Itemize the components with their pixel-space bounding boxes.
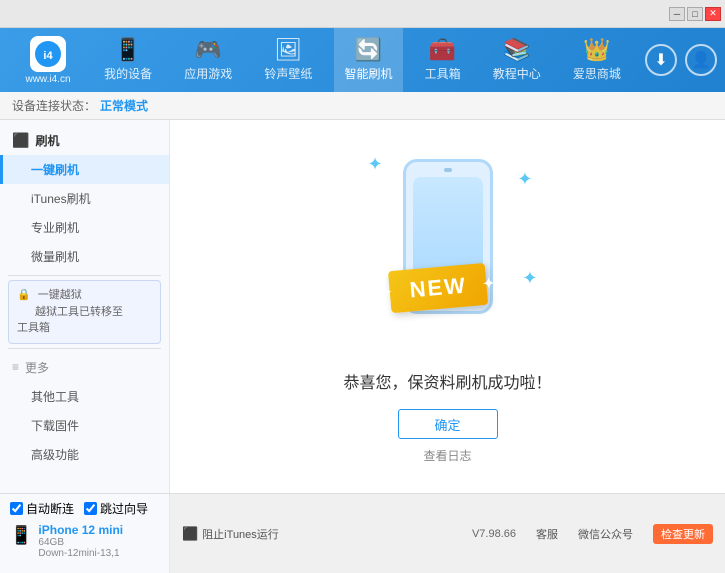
nav-toolbox-label: 工具箱 bbox=[425, 65, 461, 82]
my-device-icon: 📱 bbox=[114, 39, 141, 61]
more-section-label: 更多 bbox=[25, 359, 49, 376]
logo-icon: i4 bbox=[30, 36, 66, 72]
window-controls[interactable]: ─ □ ✕ bbox=[669, 7, 721, 21]
sparkle-2: ✦ bbox=[517, 169, 532, 190]
svg-text:i4: i4 bbox=[43, 50, 53, 62]
lock-icon: 🔒 bbox=[17, 289, 31, 301]
nav-my-device-label: 我的设备 bbox=[104, 65, 152, 82]
sidebar-item-advanced[interactable]: 高级功能 bbox=[0, 440, 169, 469]
nav-toolbox[interactable]: 🧰 工具箱 bbox=[415, 28, 471, 92]
nav-apps-label: 应用游戏 bbox=[184, 65, 232, 82]
wallpaper-icon: 🖼 bbox=[274, 39, 302, 61]
version-label: V7.98.66 bbox=[472, 528, 516, 540]
device-phone-icon: 📱 bbox=[10, 525, 32, 546]
check-update-button[interactable]: 检查更新 bbox=[653, 524, 713, 544]
jailbreak-notice-text: 越狱工具已转移至工具箱 bbox=[17, 306, 123, 335]
content-area: ✦ ✦ ✦ NEW 恭喜您，保资料刷机成功啦！ 确定 查看日志 bbox=[170, 120, 725, 493]
sidebar-item-itunes-flash[interactable]: iTunes刷机 bbox=[0, 184, 169, 213]
tutorial-icon: 📚 bbox=[503, 39, 530, 61]
success-illustration: ✦ ✦ ✦ NEW bbox=[348, 149, 548, 349]
more-icon: ≡ bbox=[12, 360, 19, 374]
sparkle-3: ✦ bbox=[522, 268, 537, 289]
nav-my-device[interactable]: 📱 我的设备 bbox=[94, 28, 162, 92]
footer-right: V7.98.66 客服 微信公众号 检查更新 bbox=[472, 524, 713, 544]
bottom-sidebar: 自动断连 跳过向导 📱 iPhone 12 mini 64GB Down-12m… bbox=[0, 494, 170, 573]
status-value: 正常模式 bbox=[100, 97, 148, 114]
phone-camera bbox=[444, 168, 452, 172]
customer-service-link[interactable]: 客服 bbox=[536, 526, 558, 542]
flash-section-icon: ⬛ bbox=[12, 132, 29, 149]
bottom-status-bar: ⬛ 阻止iTunes运行 V7.98.66 客服 微信公众号 检查更新 bbox=[170, 494, 725, 573]
download-button[interactable]: ⬇ bbox=[645, 44, 677, 76]
close-button[interactable]: ✕ bbox=[705, 7, 721, 21]
auto-close-label: 自动断连 bbox=[26, 500, 74, 517]
sidebar-jailbreak-notice: 🔒 一键越狱 越狱工具已转移至工具箱 bbox=[8, 280, 161, 344]
wechat-link[interactable]: 微信公众号 bbox=[578, 526, 633, 542]
sidebar-item-micro-flash[interactable]: 微量刷机 bbox=[0, 242, 169, 271]
stop-itunes-icon: ⬛ bbox=[182, 526, 198, 542]
nav-smart-flash-label: 智能刷机 bbox=[344, 65, 392, 82]
nav-right-buttons: ⬇ 👤 bbox=[645, 44, 717, 76]
status-label: 设备连接状态： bbox=[12, 97, 96, 114]
device-section: 📱 iPhone 12 mini 64GB Down-12mini-13,1 bbox=[10, 523, 159, 559]
vip-mall-icon: 👑 bbox=[583, 39, 610, 61]
logo-svg: i4 bbox=[34, 40, 62, 68]
sidebar-divider-2 bbox=[8, 348, 161, 349]
view-log-link[interactable]: 查看日志 bbox=[423, 447, 471, 464]
logo: i4 www.i4.cn bbox=[8, 36, 88, 85]
auto-close-input[interactable] bbox=[10, 502, 23, 515]
sidebar-divider-1 bbox=[8, 275, 161, 276]
device-storage: 64GB bbox=[38, 537, 123, 548]
nav-apps-games[interactable]: 🎮 应用游戏 bbox=[174, 28, 242, 92]
sparkle-1: ✦ bbox=[368, 154, 383, 175]
jailbreak-title: 一键越狱 bbox=[38, 289, 82, 301]
confirm-button[interactable]: 确定 bbox=[398, 409, 498, 439]
auto-close-checkbox[interactable]: 自动断连 bbox=[10, 500, 74, 517]
flash-section-label: 刷机 bbox=[35, 132, 59, 149]
nav-bar: 📱 我的设备 🎮 应用游戏 🖼 铃声壁纸 🔄 智能刷机 🧰 工具箱 📚 教程中心… bbox=[88, 28, 637, 92]
bottom-checkboxes: 自动断连 跳过向导 bbox=[10, 500, 159, 517]
sidebar-item-other-tools[interactable]: 其他工具 bbox=[0, 382, 169, 411]
status-bar: 设备连接状态： 正常模式 bbox=[0, 92, 725, 120]
nav-tutorial[interactable]: 📚 教程中心 bbox=[483, 28, 551, 92]
success-message: 恭喜您，保资料刷机成功啦！ bbox=[343, 369, 551, 393]
bottom-area: 自动断连 跳过向导 📱 iPhone 12 mini 64GB Down-12m… bbox=[0, 493, 725, 573]
sidebar-item-pro-flash[interactable]: 专业刷机 bbox=[0, 213, 169, 242]
header: i4 www.i4.cn 📱 我的设备 🎮 应用游戏 🖼 铃声壁纸 🔄 智能刷机… bbox=[0, 28, 725, 92]
stop-itunes-button[interactable]: ⬛ 阻止iTunes运行 bbox=[182, 526, 279, 542]
restore-button[interactable]: □ bbox=[687, 7, 703, 21]
nav-vip-mall[interactable]: 👑 爱思商城 bbox=[563, 28, 631, 92]
device-text: iPhone 12 mini 64GB Down-12mini-13,1 bbox=[38, 523, 123, 559]
sidebar-section-flash: ⬛ 刷机 bbox=[0, 126, 169, 155]
sidebar-more-section: ≡ 更多 bbox=[0, 353, 169, 382]
nav-wallpaper[interactable]: 🖼 铃声壁纸 bbox=[254, 28, 322, 92]
sidebar: ⬛ 刷机 一键刷机 iTunes刷机 专业刷机 微量刷机 🔒 一键越狱 越狱工具… bbox=[0, 120, 170, 493]
sidebar-item-download-fw[interactable]: 下载固件 bbox=[0, 411, 169, 440]
nav-vip-label: 爱思商城 bbox=[573, 65, 621, 82]
nav-smart-flash[interactable]: 🔄 智能刷机 bbox=[334, 28, 402, 92]
nav-tutorial-label: 教程中心 bbox=[493, 65, 541, 82]
minimize-button[interactable]: ─ bbox=[669, 7, 685, 21]
device-version: Down-12mini-13,1 bbox=[38, 548, 123, 559]
logo-text: www.i4.cn bbox=[25, 74, 70, 85]
toolbox-icon: 🧰 bbox=[429, 39, 456, 61]
smart-flash-icon: 🔄 bbox=[355, 39, 382, 61]
user-button[interactable]: 👤 bbox=[685, 44, 717, 76]
new-badge: NEW bbox=[387, 263, 488, 313]
main-area: ⬛ 刷机 一键刷机 iTunes刷机 专业刷机 微量刷机 🔒 一键越狱 越狱工具… bbox=[0, 120, 725, 493]
stop-itunes-label: 阻止iTunes运行 bbox=[202, 526, 279, 542]
title-bar: ─ □ ✕ bbox=[0, 0, 725, 28]
nav-wallpaper-label: 铃声壁纸 bbox=[264, 65, 312, 82]
apps-icon: 🎮 bbox=[195, 39, 222, 61]
device-name: iPhone 12 mini bbox=[38, 523, 123, 537]
skip-wizard-checkbox[interactable]: 跳过向导 bbox=[84, 500, 148, 517]
sidebar-item-one-click-flash[interactable]: 一键刷机 bbox=[0, 155, 169, 184]
skip-wizard-label: 跳过向导 bbox=[100, 500, 148, 517]
skip-wizard-input[interactable] bbox=[84, 502, 97, 515]
